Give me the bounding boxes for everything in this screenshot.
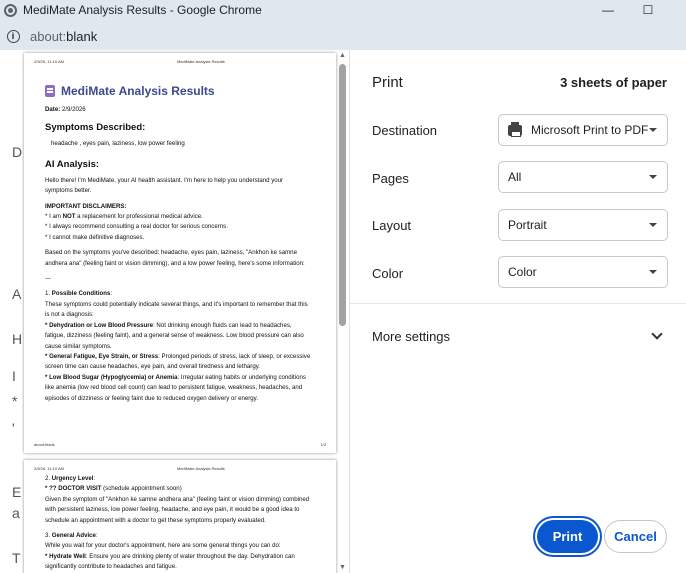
document-title: MediMate Analysis Results xyxy=(45,81,322,101)
color-select[interactable]: Color xyxy=(498,256,668,288)
scroll-down-arrow-icon[interactable]: ▼ xyxy=(338,564,347,572)
maximize-button[interactable]: ☐ xyxy=(633,0,663,20)
dropdown-arrow-icon xyxy=(649,223,657,227)
symptoms-heading: Symptoms Described: xyxy=(45,122,146,134)
destination-select[interactable]: Microsoft Print to PDF xyxy=(498,114,668,146)
dropdown-arrow-icon xyxy=(649,128,657,132)
sheet-header: 2/9/26, 11:10 AM MediMate Analysis Resul… xyxy=(34,466,225,471)
print-button[interactable]: Print xyxy=(537,520,598,553)
scrollbar-thumb[interactable] xyxy=(339,64,346,326)
symptoms-text: headache , eyes pain, laziness, low powe… xyxy=(51,140,185,148)
color-label: Color xyxy=(372,266,404,281)
dropdown-arrow-icon xyxy=(649,175,657,179)
url-text[interactable]: about:blank xyxy=(30,29,97,44)
medicine-icon xyxy=(45,85,55,97)
layout-label: Layout xyxy=(372,218,412,233)
preview-sheet-1: 2/9/26, 11:10 AM MediMate Analysis Resul… xyxy=(24,53,336,453)
pages-label: Pages xyxy=(372,171,409,186)
background-page: D A H I * ' E a T xyxy=(0,50,22,573)
scroll-up-arrow-icon[interactable]: ▲ xyxy=(338,52,347,60)
print-settings-panel: Print 3 sheets of paper Destination Micr… xyxy=(349,50,686,573)
sheet-header: 2/9/26, 11:10 AM MediMate Analysis Resul… xyxy=(34,59,225,64)
minimize-button[interactable]: — xyxy=(593,0,623,20)
destination-label: Destination xyxy=(372,123,438,138)
divider xyxy=(350,303,686,304)
sheet-content: 2. Urgency Level: * ?? DOCTOR VISIT (sch… xyxy=(45,475,310,571)
chevron-down-icon[interactable] xyxy=(651,328,663,340)
more-settings-toggle[interactable]: More settings xyxy=(372,329,450,344)
pages-select[interactable]: All xyxy=(498,161,668,193)
layout-select[interactable]: Portrait xyxy=(498,209,668,241)
window-title: MediMate Analysis Results - Google Chrom… xyxy=(23,3,262,17)
dropdown-arrow-icon xyxy=(649,270,657,274)
chrome-icon xyxy=(4,3,17,17)
print-preview[interactable]: 2/9/26, 11:10 AM MediMate Analysis Resul… xyxy=(22,50,349,573)
printer-icon xyxy=(508,121,522,137)
address-bar[interactable]: i about:blank xyxy=(0,24,686,48)
sheet-footer: about:blank 1/3 xyxy=(34,442,326,447)
title-bar: MediMate Analysis Results - Google Chrom… xyxy=(0,0,686,20)
preview-sheet-2: 2/9/26, 11:10 AM MediMate Analysis Resul… xyxy=(24,460,336,573)
print-title: Print xyxy=(372,74,403,91)
sheet-count: 3 sheets of paper xyxy=(560,75,667,90)
sheet-content: MediMate Analysis Results Date: 2/9/2026… xyxy=(45,79,322,404)
site-info-icon[interactable]: i xyxy=(4,27,22,45)
cancel-button[interactable]: Cancel xyxy=(604,520,667,553)
preview-scrollbar[interactable]: ▲ ▼ xyxy=(337,50,348,573)
ai-analysis-heading: AI Analysis: xyxy=(45,158,100,170)
